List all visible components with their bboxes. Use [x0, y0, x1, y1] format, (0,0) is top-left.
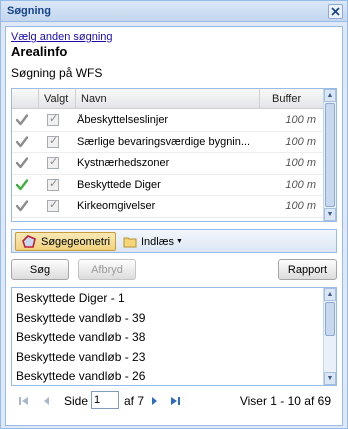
import-dropdown[interactable]: Indlæs ▼: [118, 232, 188, 251]
results-list: Beskyttede Diger - 1 Beskyttede vandløb -…: [11, 287, 337, 386]
layer-name: Særlige bevaringsværdige bygnin...: [77, 135, 251, 148]
grid-scrollbar[interactable]: ▲ ▼: [323, 89, 336, 221]
paging-summary: Viser 1 - 10 af 69: [239, 394, 331, 408]
status-check-icon: [15, 199, 29, 213]
scroll-up-button[interactable]: ▲: [324, 288, 336, 301]
folder-icon: [123, 237, 137, 247]
geometry-toolbar: Søgegeometri Indlæs ▼: [11, 229, 337, 253]
column-header-buffer[interactable]: Buffer: [272, 93, 301, 105]
scroll-up-button[interactable]: ▲: [324, 89, 336, 102]
scrollbar-thumb[interactable]: [325, 302, 335, 336]
list-item[interactable]: Beskyttede vandløb - 26: [16, 369, 145, 383]
table-row[interactable]: Særlige bevaringsværdige bygnin... 100 m: [12, 132, 324, 153]
page-subtitle: Søgning på WFS: [11, 66, 103, 80]
column-separator: [259, 89, 260, 109]
cancel-button[interactable]: Afbryd: [78, 259, 136, 280]
polygon-icon: [22, 234, 36, 248]
buffer-value: 100 m: [285, 114, 316, 126]
search-panel: Vælg anden søgning Arealinfo Søgning på …: [5, 26, 343, 426]
selected-checkbox[interactable]: [47, 112, 59, 126]
scrollbar-thumb[interactable]: [325, 103, 335, 207]
list-item[interactable]: Beskyttede vandløb - 38: [16, 330, 145, 344]
report-button[interactable]: Rapport: [278, 259, 337, 280]
scroll-down-button[interactable]: ▼: [324, 372, 336, 385]
import-label: Indlæs: [141, 235, 175, 248]
list-item[interactable]: Beskyttede vandløb - 39: [16, 311, 145, 325]
chevron-down-icon: ▼: [176, 238, 183, 245]
search-geometry-label: Søgegeometri: [41, 235, 111, 248]
previous-page-icon[interactable]: [40, 394, 54, 408]
page-label: Side: [64, 394, 89, 408]
last-page-icon[interactable]: [168, 394, 182, 408]
status-check-icon: [15, 113, 29, 127]
selected-checkbox[interactable]: [47, 177, 59, 191]
grid-rows: Åbeskyttelseslinjer100 mSærlige bevaring…: [12, 110, 324, 218]
page-number-input[interactable]: [91, 391, 119, 409]
selected-checkbox[interactable]: [47, 198, 59, 212]
table-row[interactable]: Beskyttede Diger 100 m: [12, 175, 324, 196]
selected-checkbox[interactable]: [47, 155, 59, 169]
next-page-icon[interactable]: [147, 394, 161, 408]
pagination-bar: Side af 7 Viser 1 - 10 af 69: [11, 389, 337, 415]
table-row[interactable]: Kystnærhedszoner 100 m: [12, 153, 324, 175]
buffer-value: 100 m: [285, 157, 316, 169]
column-header-name[interactable]: Navn: [81, 93, 107, 105]
grid-header: Valgt Navn Buffer: [12, 89, 324, 109]
search-window: Søgning Vælg anden søgning Arealinfo Søg…: [0, 0, 348, 429]
status-check-icon: [15, 178, 29, 192]
column-separator: [75, 89, 76, 109]
status-check-icon: [15, 135, 29, 149]
selected-checkbox[interactable]: [47, 134, 59, 148]
layer-name: Kirkeomgivelser: [77, 200, 156, 212]
search-geometry-button[interactable]: Søgegeometri: [15, 232, 117, 251]
layer-name: Åbeskyttelseslinjer: [77, 114, 169, 126]
window-titlebar[interactable]: Søgning: [1, 1, 347, 22]
arrow-down-icon: ▼: [326, 375, 334, 382]
first-page-icon[interactable]: [17, 394, 31, 408]
arrow-up-icon: ▲: [326, 291, 334, 298]
window-title: Søgning: [7, 5, 51, 17]
arrow-up-icon: ▲: [326, 92, 334, 99]
column-header-selected[interactable]: Valgt: [44, 93, 68, 105]
buffer-value: 100 m: [285, 135, 316, 148]
list-item[interactable]: Beskyttede Diger - 1: [16, 291, 125, 305]
layer-name: Kystnærhedszoner: [77, 157, 170, 169]
close-icon: [331, 7, 340, 16]
scroll-down-button[interactable]: ▼: [324, 208, 336, 221]
layer-grid: Valgt Navn Buffer Åbeskyttelseslinjer 100…: [11, 88, 337, 222]
layer-name: Beskyttede Diger: [77, 178, 161, 191]
table-row[interactable]: Kirkeomgivelser 100 m: [12, 196, 324, 218]
status-check-icon: [15, 156, 29, 170]
close-button[interactable]: [328, 4, 343, 19]
buffer-value: 100 m: [285, 200, 316, 212]
page-title: Arealinfo: [11, 44, 68, 59]
buffer-value: 100 m: [285, 178, 316, 191]
page-count: af 7: [124, 394, 145, 408]
results-scrollbar[interactable]: ▲ ▼: [323, 288, 336, 385]
column-separator: [38, 89, 39, 109]
arrow-down-icon: ▼: [326, 211, 334, 218]
list-item[interactable]: Beskyttede vandløb - 23: [16, 350, 145, 364]
table-row[interactable]: Åbeskyttelseslinjer 100 m: [12, 110, 324, 132]
choose-other-search-link[interactable]: Vælg anden søgning: [11, 31, 113, 43]
search-button[interactable]: Søg: [11, 259, 69, 280]
